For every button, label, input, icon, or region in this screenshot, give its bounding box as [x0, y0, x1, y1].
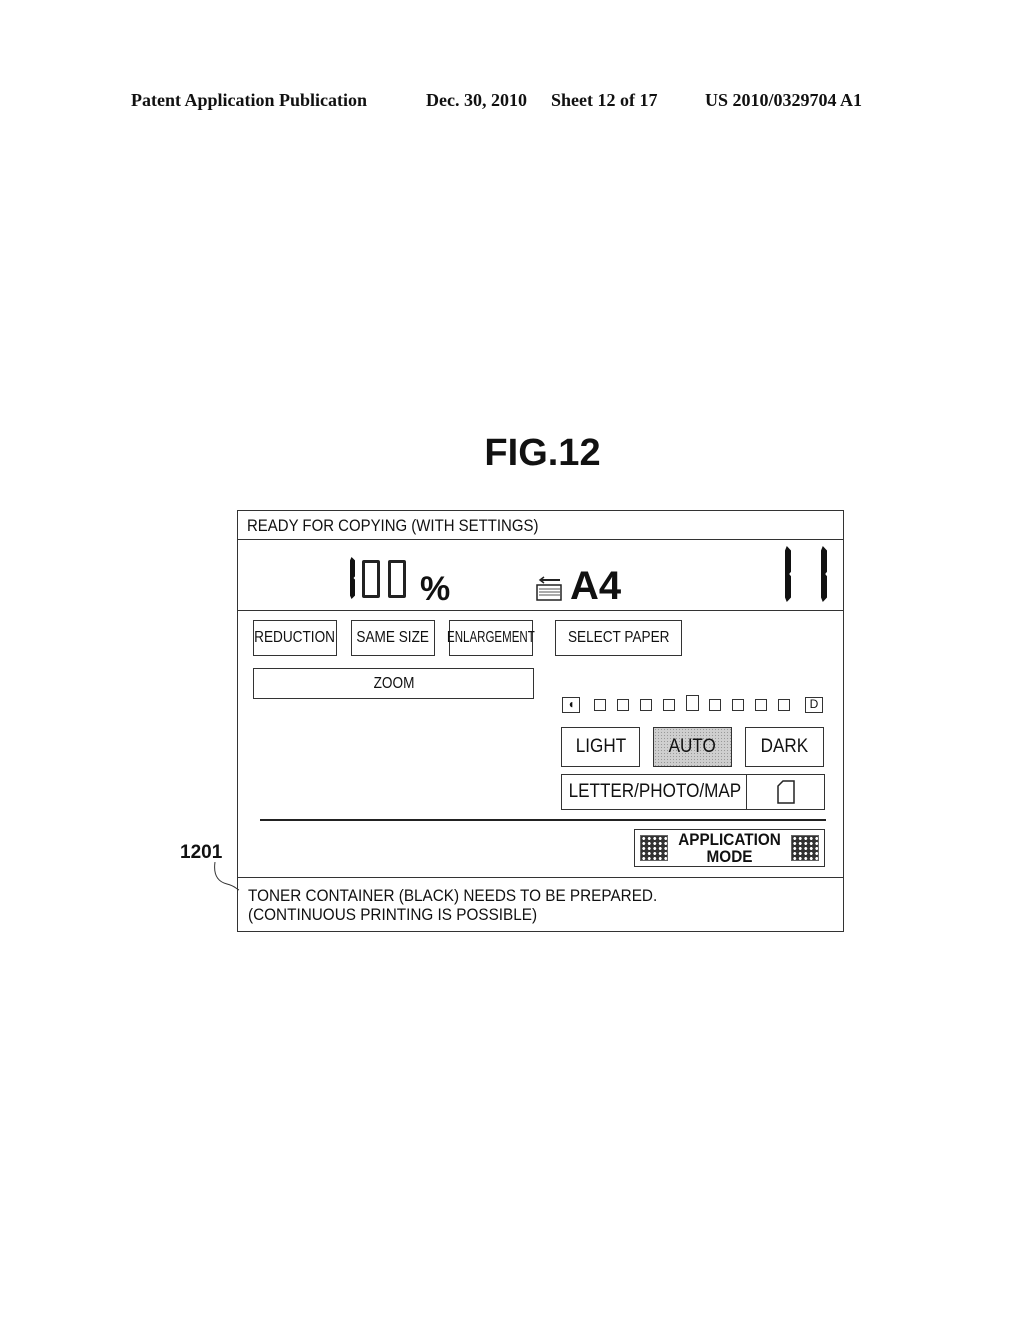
dark-button[interactable]: DARK	[745, 727, 824, 767]
message-line-2: (CONTINUOUS PRINTING IS POSSIBLE)	[248, 905, 538, 924]
status-bar: READY FOR COPYING (WITH SETTINGS)	[238, 511, 843, 540]
message-line-1: TONER CONTAINER (BLACK) NEEDS TO BE PREP…	[248, 886, 658, 905]
count-digit-1	[785, 546, 791, 602]
document-icon	[776, 780, 795, 804]
dark-end-icon: D	[805, 697, 823, 713]
auto-label: AUTO	[668, 736, 717, 757]
select-paper-button[interactable]: SELECT PAPER	[555, 620, 682, 656]
enlargement-label: ENLARGEMENT	[447, 629, 535, 646]
enlargement-button[interactable]: ENLARGEMENT	[447, 620, 535, 656]
density-level[interactable]	[778, 699, 790, 711]
figure-title: FIG.12	[484, 432, 601, 474]
light-button[interactable]: LIGHT	[561, 727, 640, 767]
original-type-label: LETTER/PHOTO/MAP	[568, 781, 741, 802]
density-level[interactable]	[640, 699, 652, 711]
reduction-label: REDUCTION	[254, 629, 336, 646]
density-level-current[interactable]	[686, 695, 699, 711]
sheet-number: Sheet 12 of 17	[551, 90, 658, 110]
application-mode-button[interactable]: APPLICATION MODE	[634, 829, 825, 867]
status-text: READY FOR COPYING (WITH SETTINGS)	[247, 516, 539, 535]
original-type-icon-button[interactable]	[746, 774, 825, 810]
grid-icon-right	[791, 835, 819, 861]
original-type-button[interactable]: LETTER/PHOTO/MAP	[561, 774, 748, 810]
patent-number: US 2010/0329704 A1	[705, 90, 863, 110]
zoom-digit-0a	[362, 560, 380, 598]
paper-tray-icon	[536, 576, 562, 601]
message-area: TONER CONTAINER (BLACK) NEEDS TO BE PREP…	[238, 877, 843, 931]
zoom-button[interactable]: ZOOM	[253, 668, 534, 699]
density-level[interactable]	[732, 699, 744, 711]
application-mode-label-2: MODE	[706, 847, 753, 866]
density-level[interactable]	[755, 699, 767, 711]
select-paper-label: SELECT PAPER	[567, 629, 670, 646]
percent-sign: %	[420, 570, 451, 608]
auto-button[interactable]: AUTO	[653, 727, 732, 767]
publication-type: Patent Application Publication	[131, 90, 368, 110]
zoom-digit-1	[350, 557, 355, 599]
reference-label: 1201	[180, 842, 223, 863]
density-scale[interactable]: ◖ D	[562, 695, 827, 713]
density-level[interactable]	[617, 699, 629, 711]
paper-size: A4	[570, 564, 622, 608]
same-size-button[interactable]: SAME SIZE	[351, 620, 435, 656]
dark-label: DARK	[760, 736, 809, 757]
reduction-button[interactable]: REDUCTION	[253, 620, 337, 656]
zoom-label: ZOOM	[373, 674, 414, 692]
grid-icon-left	[640, 835, 668, 861]
copy-display: 100 % A4 11	[238, 540, 843, 611]
divider-line	[260, 819, 826, 821]
zoom-digit-0b	[388, 560, 406, 598]
same-size-label: SAME SIZE	[356, 629, 430, 646]
count-digit-2	[821, 546, 827, 602]
density-level[interactable]	[709, 699, 721, 711]
light-end-icon: ◖	[562, 697, 580, 713]
density-level[interactable]	[663, 699, 675, 711]
publication-date: Dec. 30, 2010	[426, 90, 527, 110]
copier-control-panel: READY FOR COPYING (WITH SETTINGS) 100 % …	[237, 510, 844, 932]
light-label: LIGHT	[575, 736, 626, 757]
density-level[interactable]	[594, 699, 606, 711]
application-mode-label-1: APPLICATION	[678, 830, 781, 849]
